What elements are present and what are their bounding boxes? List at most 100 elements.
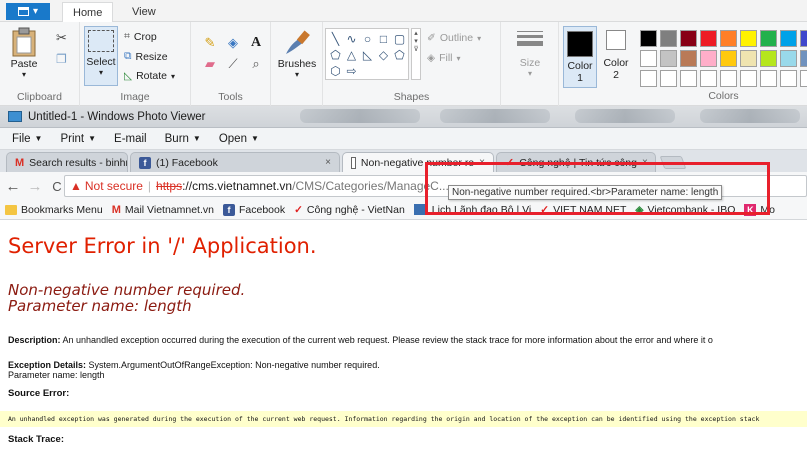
rotate-button[interactable]: ◺ Rotate ▾ [124,70,175,82]
crop-icon: ⌗ [124,30,130,42]
tab-view[interactable]: View [122,2,166,22]
color-swatch[interactable] [780,70,797,87]
color-swatch[interactable] [640,70,657,87]
color-swatch[interactable] [700,30,717,47]
size-button[interactable]: Size ▾ [511,28,549,78]
tab-home[interactable]: Home [62,2,114,23]
menu-open-label: Open [218,132,247,145]
menu-email[interactable]: E-mail [114,133,147,145]
text-tool-icon[interactable]: A [246,34,266,52]
color-swatch[interactable] [660,50,677,67]
curve-shape-icon[interactable]: ∿ [344,31,359,46]
menu-print[interactable]: Print ▼ [60,133,96,145]
bookmark-label: Bookmarks Menu [21,203,103,216]
color-swatch[interactable] [740,50,757,67]
color-swatch[interactable] [720,50,737,67]
crop-button[interactable]: ⌗ Crop [124,30,157,43]
color-swatch[interactable] [660,30,677,47]
pentagon-shape-icon[interactable]: ⬠ [392,47,407,62]
color-swatch[interactable] [700,70,717,87]
cut-icon[interactable]: ✂ [56,30,70,45]
fill-bucket-icon[interactable]: ◈ [223,34,243,52]
clipboard-icon [12,27,36,57]
not-secure-label[interactable]: Not secure [85,179,143,193]
color-swatch[interactable] [760,70,777,87]
resize-button[interactable]: ⧉ Resize [124,50,168,63]
hexagon-shape-icon[interactable]: ⬡ [328,63,343,78]
color-swatch[interactable] [760,30,777,47]
brushes-group: Brushes ▾ [271,22,323,106]
color-swatch[interactable] [800,70,807,87]
color-swatch[interactable] [640,50,657,67]
color-2-label: Color [603,57,629,69]
triangle-shape-icon[interactable]: △ [344,47,359,62]
image-group-label: Image [120,91,150,103]
tab-gmail-search[interactable]: M Search results - binhmini × [6,152,128,172]
color-swatch[interactable] [660,70,677,87]
color-swatch[interactable] [780,30,797,47]
color-swatch[interactable] [800,30,807,47]
line-shape-icon[interactable]: ╲ [328,31,343,46]
polygon-shape-icon[interactable]: ⬠ [328,47,343,62]
chevron-down-icon: ▾ [527,69,532,78]
color-swatch[interactable] [640,30,657,47]
color-swatch[interactable] [680,30,697,47]
url-scheme: https [156,179,183,193]
address-separator: | [147,179,152,193]
color-swatch[interactable] [720,70,737,87]
paint-file-menu-button[interactable]: ▾ [6,3,50,20]
description-label: Description: [8,335,61,345]
back-arrow-icon[interactable]: ← [2,178,24,195]
rectangle-shape-icon[interactable]: □ [376,31,391,46]
shapes-group-label: Shapes [393,91,430,103]
bookmark-item[interactable]: ✓ Công nghệ - VietNan [294,204,405,216]
color-1-number: 1 [577,72,583,84]
tab-facebook[interactable]: f (1) Facebook × [130,152,340,172]
file-menu-icon [17,7,29,16]
shapes-scroll[interactable]: ▴ ▾ ⊽ [411,28,421,80]
brushes-button[interactable]: Brushes ▾ [277,28,317,79]
fill-button[interactable]: ◈ Fill ▾ [427,52,461,64]
color-swatch[interactable] [680,50,697,67]
bookmark-item[interactable]: M Mail Vietnamnet.vn [112,204,214,216]
menu-file-label: File [12,132,31,145]
eraser-icon[interactable]: ▰ [200,55,220,73]
paint-ribbon: Paste ▾ ✂ ❐ Clipboard Select ▾ ⌗ Crop ⧉ … [0,22,807,106]
close-icon[interactable]: × [325,157,331,168]
brushes-label: Brushes [277,58,317,70]
diamond-shape-icon[interactable]: ◇ [376,47,391,62]
arrow-shape-icon[interactable]: ⇨ [344,63,359,78]
menu-burn[interactable]: Burn ▼ [165,133,201,145]
color-swatch[interactable] [720,30,737,47]
rounded-rect-shape-icon[interactable]: ▢ [392,31,407,46]
magnifier-icon[interactable]: ⌕ [246,55,266,73]
color-palette [640,30,807,87]
select-label: Select [86,56,116,68]
color-swatch[interactable] [780,50,797,67]
forward-arrow-icon[interactable]: → [24,178,46,195]
color-swatch[interactable] [700,50,717,67]
blurred-window-tab [440,109,550,123]
outline-button[interactable]: ✐ Outline ▾ [427,32,481,44]
color-swatch[interactable] [740,70,757,87]
color-2-button[interactable]: Color 2 [601,30,631,81]
color-swatch[interactable] [740,30,757,47]
bookmark-item[interactable]: f Facebook [222,203,285,216]
exception-text: System.ArgumentOutOfRangeException: Non-… [88,360,380,370]
chevron-down-icon: ▼ [250,134,259,143]
color-swatch[interactable] [760,50,777,67]
bookmark-item[interactable]: Bookmarks Menu [5,204,103,216]
right-triangle-shape-icon[interactable]: ◺ [360,47,375,62]
pencil-icon[interactable]: ✎ [200,34,220,52]
copy-icon[interactable]: ❐ [56,52,70,66]
color-picker-icon[interactable]: ⟋ [223,55,243,73]
color-1-button[interactable]: Color 1 [563,26,597,88]
menu-open[interactable]: Open ▼ [219,133,259,145]
shapes-gallery[interactable]: ╲ ∿ ○ □ ▢ ⬠ △ ◺ ◇ ⬠ ⬡ ⇨ [325,28,409,80]
menu-file[interactable]: File ▼ [12,133,42,145]
color-swatch[interactable] [800,50,807,67]
oval-shape-icon[interactable]: ○ [360,31,375,46]
paste-button[interactable]: Paste ▾ [6,26,42,79]
color-swatch[interactable] [680,70,697,87]
select-button[interactable]: Select ▾ [84,26,118,86]
